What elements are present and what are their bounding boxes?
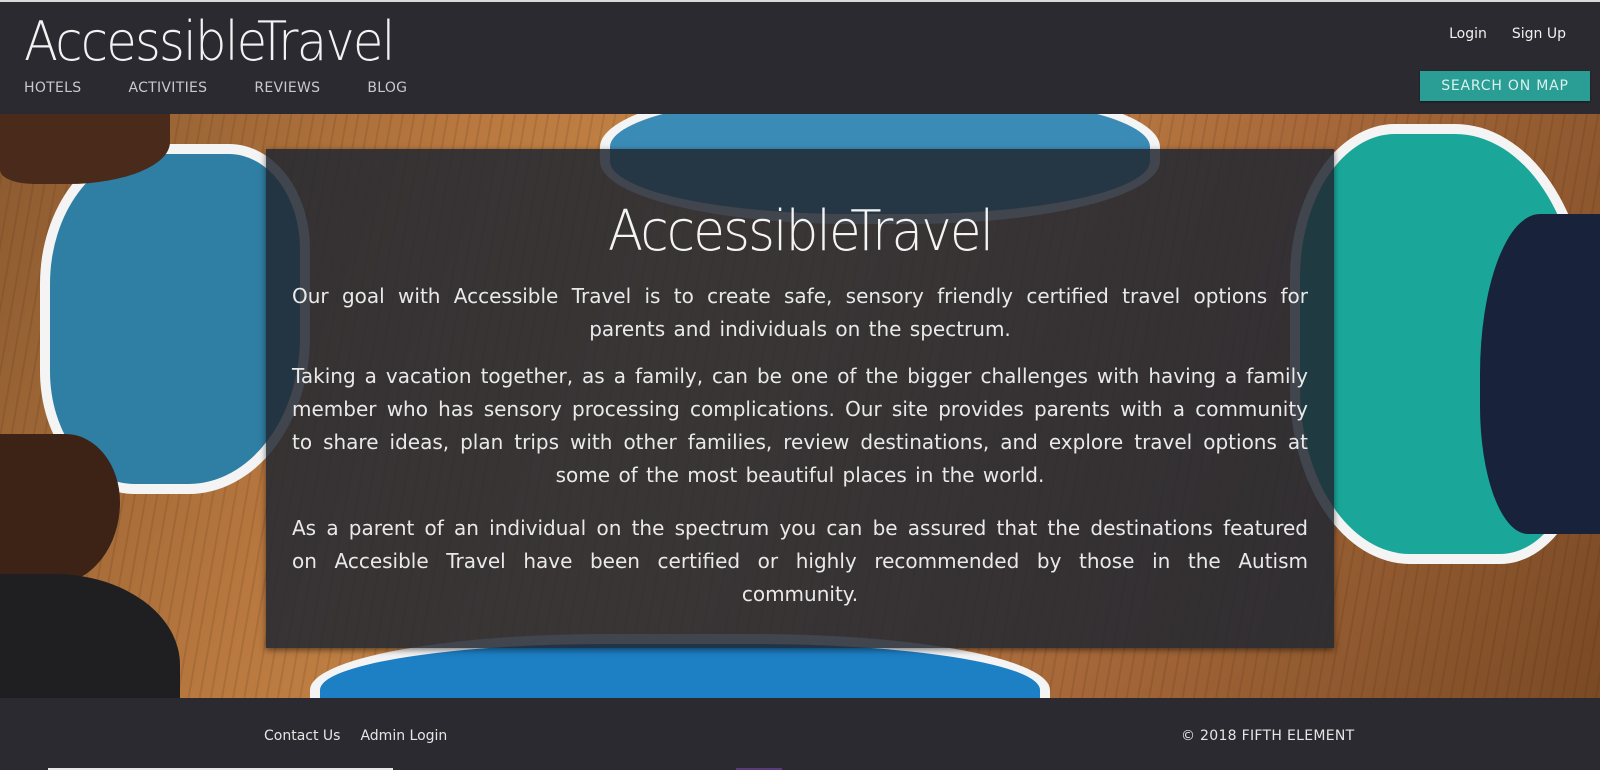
hero-title: AccessibleTravel bbox=[607, 199, 994, 264]
signup-link[interactable]: Sign Up bbox=[1512, 26, 1566, 42]
nav-hotels[interactable]: HOTELS bbox=[24, 80, 81, 96]
contact-us-link[interactable]: Contact Us bbox=[264, 728, 340, 744]
hero-section: AccessibleTravel Our goal with Accessibl… bbox=[0, 114, 1600, 698]
admin-login-link[interactable]: Admin Login bbox=[360, 728, 447, 744]
copyright-text: © 2018 FIFTH ELEMENT bbox=[1181, 728, 1355, 744]
intro-paragraph: As a parent of an individual on the spec… bbox=[292, 516, 1308, 606]
main-nav: HOTELS ACTIVITIES REVIEWS BLOG bbox=[24, 80, 454, 96]
login-link[interactable]: Login bbox=[1449, 26, 1487, 42]
intro-panel: AccessibleTravel Our goal with Accessibl… bbox=[266, 149, 1334, 648]
nav-blog[interactable]: BLOG bbox=[367, 80, 407, 96]
nav-reviews[interactable]: REVIEWS bbox=[254, 80, 320, 96]
footer-links: Contact Us Admin Login bbox=[264, 728, 447, 744]
site-footer: Contact Us Admin Login © 2018 FIFTH ELEM… bbox=[0, 698, 1600, 770]
nav-activities[interactable]: ACTIVITIES bbox=[128, 80, 207, 96]
site-header: AccessibleTravel HOTELS ACTIVITIES REVIE… bbox=[0, 2, 1600, 114]
intro-paragraph: Our goal with Accessible Travel is to cr… bbox=[292, 284, 1308, 341]
site-logo[interactable]: AccessibleTravel bbox=[24, 10, 395, 73]
intro-paragraph: Taking a vacation together, as a family,… bbox=[292, 364, 1308, 487]
search-on-map-button[interactable]: SEARCH ON MAP bbox=[1420, 71, 1590, 101]
sleeve-image bbox=[1480, 214, 1600, 534]
auth-links: Login Sign Up bbox=[1449, 26, 1566, 42]
